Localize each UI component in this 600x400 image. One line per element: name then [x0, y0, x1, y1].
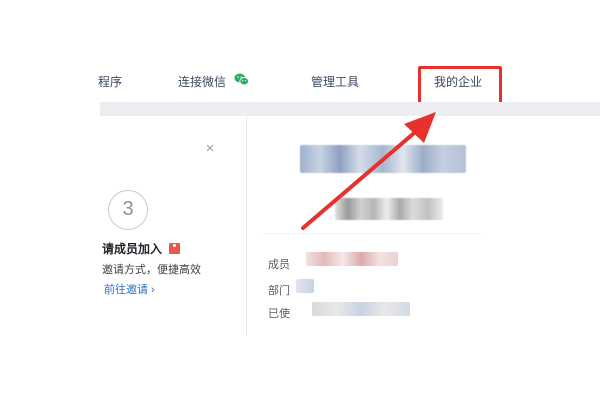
info-divider: [262, 233, 482, 234]
blurred-used-value: [312, 302, 410, 316]
step-description: 邀请方式，便捷高效: [102, 264, 201, 276]
nav-tab-label: 程序: [98, 75, 123, 89]
top-navigation-bar: 程序 连接微信 管理工具 我的企业: [0, 62, 600, 102]
gift-icon: [169, 243, 181, 255]
blurred-enterprise-name: [300, 145, 466, 173]
gray-separator-band: [100, 102, 600, 116]
blurred-enterprise-id: [335, 198, 443, 220]
blurred-members-value: [306, 252, 398, 266]
step-number-circle: 3: [108, 190, 148, 230]
nav-tab-connect-wechat[interactable]: 连接微信: [178, 62, 250, 102]
top-blank-area: [0, 0, 600, 62]
blurred-departments-value: [296, 279, 314, 293]
step-number: 3: [122, 198, 134, 220]
members-label: 成员: [268, 259, 290, 271]
nav-tab-label: 管理工具: [311, 75, 360, 89]
nav-tab-management-tools[interactable]: 管理工具: [311, 62, 359, 102]
departments-label: 部门: [268, 285, 290, 297]
close-icon[interactable]: ×: [203, 141, 217, 156]
step-title: 请成员加入: [102, 240, 181, 257]
used-label: 已使: [268, 308, 290, 320]
go-invite-link[interactable]: 前往邀请 ›: [104, 281, 155, 297]
nav-tab-mini-program[interactable]: 程序: [98, 62, 122, 102]
wechat-icon: [234, 62, 250, 102]
step-title-text: 请成员加入: [102, 242, 163, 256]
nav-tab-label: 连接微信: [178, 75, 227, 89]
vertical-divider: [246, 116, 247, 336]
